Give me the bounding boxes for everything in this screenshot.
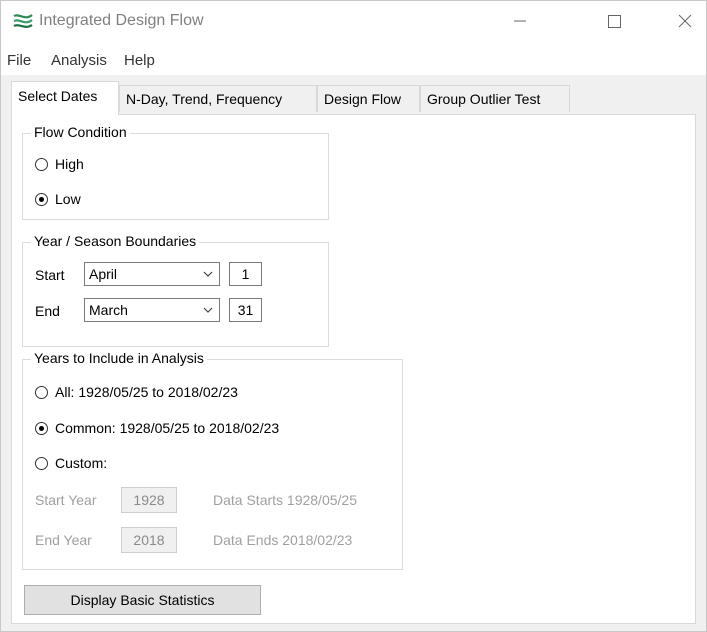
menu-help[interactable]: Help: [124, 52, 155, 69]
tab-nday-trend-frequency[interactable]: N-Day, Trend, Frequency: [119, 85, 317, 112]
minimize-icon: [514, 20, 526, 22]
start-month-select[interactable]: April: [84, 262, 220, 286]
radio-high-label: High: [55, 156, 84, 172]
menu-bar: File Analysis Help: [1, 43, 706, 75]
tab-select-dates[interactable]: Select Dates: [11, 81, 119, 115]
data-starts-label: Data Starts 1928/05/25: [213, 492, 357, 508]
end-day-input[interactable]: 31: [229, 298, 262, 322]
radio-custom-label: Custom:: [55, 455, 108, 471]
radio-common-label: Common: 1928/05/25 to 2018/02/23: [55, 420, 280, 436]
maximize-button[interactable]: [591, 1, 637, 41]
menu-analysis[interactable]: Analysis: [51, 52, 107, 69]
start-label: Start: [35, 267, 65, 283]
end-label: End: [35, 303, 60, 319]
radio-custom-indicator[interactable]: [35, 456, 48, 470]
close-icon: [678, 14, 692, 28]
radio-all-label: All: 1928/05/25 to 2018/02/23: [55, 384, 238, 400]
radio-low-label: Low: [55, 191, 81, 207]
flow-condition-label: Flow Condition: [31, 124, 130, 140]
radio-high[interactable]: High: [35, 156, 84, 172]
chevron-down-icon: [203, 271, 213, 277]
radio-low[interactable]: Low: [35, 191, 81, 207]
radio-common-indicator[interactable]: [35, 421, 48, 435]
radio-all-indicator[interactable]: [35, 385, 48, 399]
years-label: Years to Include in Analysis: [31, 350, 207, 366]
chevron-down-icon: [203, 307, 213, 313]
data-ends-label: Data Ends 2018/02/23: [213, 532, 353, 548]
select-dates-panel: Flow Condition High Low Year / Season Bo…: [11, 114, 696, 624]
radio-all-years[interactable]: All: 1928/05/25 to 2018/02/23: [35, 384, 238, 400]
end-year-label: End Year: [35, 532, 92, 548]
years-group: Years to Include in Analysis All: 1928/0…: [22, 350, 403, 570]
maximize-icon: [608, 15, 621, 28]
boundaries-label: Year / Season Boundaries: [31, 233, 200, 249]
app-logo-icon: [13, 14, 33, 28]
start-day-input[interactable]: 1: [229, 262, 262, 286]
window-title: Integrated Design Flow: [39, 12, 204, 29]
tab-design-flow[interactable]: Design Flow: [317, 85, 420, 112]
start-year-input[interactable]: 1928: [121, 487, 177, 513]
app-window: Integrated Design Flow File Analysis Hel…: [0, 0, 707, 632]
boundaries-group: Year / Season Boundaries Start April 1 E…: [22, 233, 329, 347]
start-year-label: Start Year: [35, 492, 97, 508]
menu-file[interactable]: File: [7, 52, 31, 69]
radio-custom-years[interactable]: Custom:: [35, 455, 107, 471]
end-year-input[interactable]: 2018: [121, 527, 177, 553]
start-month-value: April: [89, 266, 118, 282]
tab-group-outlier-test[interactable]: Group Outlier Test: [420, 85, 570, 112]
tab-strip: Select Dates N-Day, Trend, Frequency Des…: [1, 81, 706, 115]
minimize-button[interactable]: [497, 1, 543, 41]
close-button[interactable]: [662, 1, 707, 41]
end-month-value: March: [89, 302, 128, 318]
end-month-select[interactable]: March: [84, 298, 220, 322]
title-bar: Integrated Design Flow: [1, 1, 706, 43]
radio-common-years[interactable]: Common: 1928/05/25 to 2018/02/23: [35, 420, 279, 436]
radio-low-indicator[interactable]: [35, 192, 48, 206]
flow-condition-group: Flow Condition High Low: [22, 124, 329, 220]
radio-high-indicator[interactable]: [35, 157, 48, 171]
display-basic-statistics-button[interactable]: Display Basic Statistics: [24, 585, 261, 615]
